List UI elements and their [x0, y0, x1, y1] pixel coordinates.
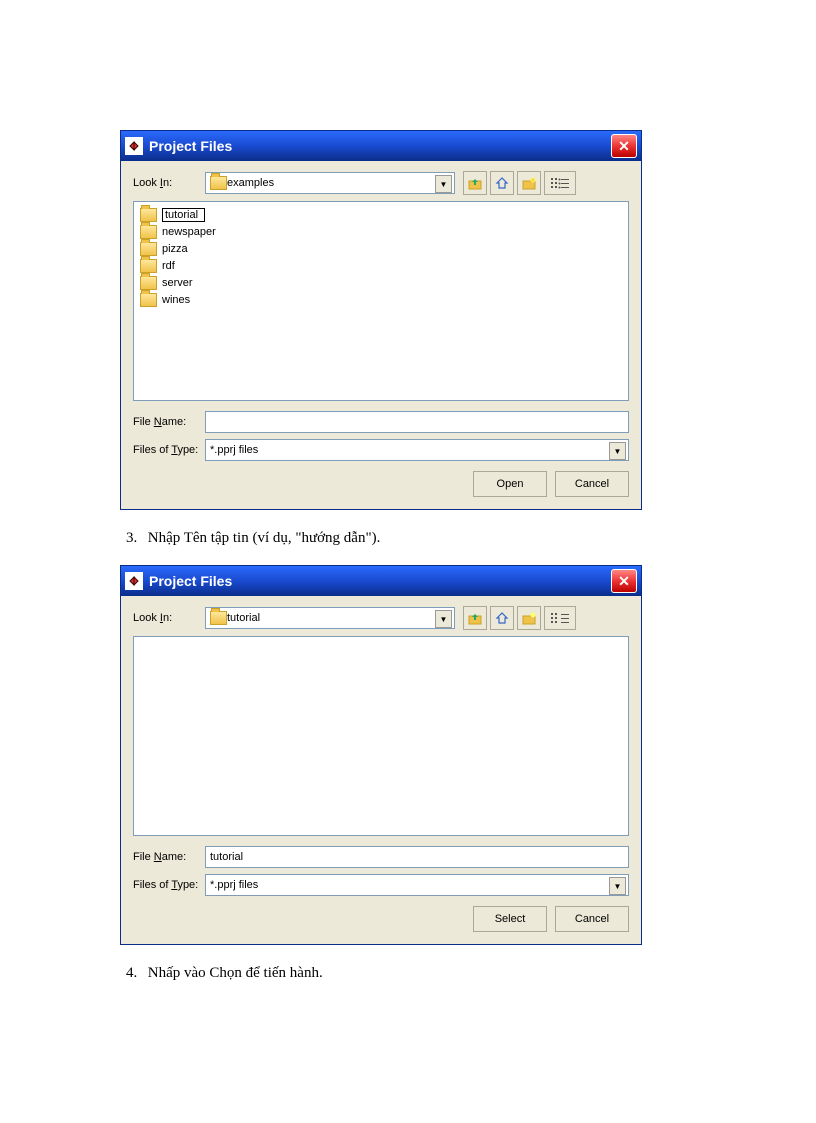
- file-name: newspaper: [162, 226, 216, 238]
- filetype-combo[interactable]: *.pprj files ▼: [205, 439, 629, 461]
- lookin-label: Look In:: [133, 612, 205, 624]
- list-view-button[interactable]: [544, 171, 576, 195]
- filename-input[interactable]: tutorial: [205, 846, 629, 868]
- titlebar[interactable]: Project Files ✕: [121, 131, 641, 161]
- filename-label: File Name:: [133, 851, 205, 863]
- lookin-value: examples: [227, 177, 274, 189]
- folder-icon: [140, 225, 157, 239]
- list-item[interactable]: rdf: [138, 257, 624, 274]
- folder-icon: [140, 242, 157, 256]
- folder-icon: [140, 208, 157, 222]
- list-item[interactable]: tutorial: [138, 206, 624, 223]
- close-icon[interactable]: ✕: [611, 569, 637, 593]
- lookin-label: Look In:: [133, 177, 205, 189]
- file-dialog-1: Project Files ✕ Look In: examples ▼: [120, 130, 642, 510]
- chevron-down-icon[interactable]: ▼: [435, 610, 452, 628]
- filetype-label: Files of Type:: [133, 444, 205, 456]
- filename-value: tutorial: [210, 851, 243, 863]
- filetype-label: Files of Type:: [133, 879, 205, 891]
- lookin-value: tutorial: [227, 612, 260, 624]
- list-item[interactable]: wines: [138, 291, 624, 308]
- file-list[interactable]: tutorial newspaper pizza rdf server: [133, 201, 629, 401]
- file-list[interactable]: [133, 636, 629, 836]
- step-number: 4.: [126, 965, 144, 982]
- app-icon: [125, 137, 143, 155]
- home-button[interactable]: [490, 606, 514, 630]
- filetype-value: *.pprj files: [210, 444, 258, 456]
- chevron-down-icon[interactable]: ▼: [609, 877, 626, 895]
- step-number: 3.: [126, 530, 144, 547]
- home-button[interactable]: [490, 171, 514, 195]
- step-text: Nhấp vào Chọn để tiến hành.: [148, 965, 323, 981]
- app-icon: [125, 572, 143, 590]
- titlebar[interactable]: Project Files ✕: [121, 566, 641, 596]
- up-folder-button[interactable]: [463, 171, 487, 195]
- file-name: pizza: [162, 243, 188, 255]
- filetype-combo[interactable]: *.pprj files ▼: [205, 874, 629, 896]
- toolbar: [463, 606, 576, 630]
- up-folder-button[interactable]: [463, 606, 487, 630]
- filename-label: File Name:: [133, 416, 205, 428]
- file-name-editing[interactable]: tutorial: [162, 208, 205, 222]
- list-view-button[interactable]: [544, 606, 576, 630]
- file-name: server: [162, 277, 193, 289]
- folder-icon: [140, 259, 157, 273]
- open-button[interactable]: Open: [473, 471, 547, 497]
- folder-icon: [210, 176, 227, 190]
- file-dialog-2: Project Files ✕ Look In: tutorial ▼: [120, 565, 642, 945]
- window-title: Project Files: [149, 573, 232, 589]
- close-icon[interactable]: ✕: [611, 134, 637, 158]
- folder-icon: [140, 293, 157, 307]
- select-button[interactable]: Select: [473, 906, 547, 932]
- instruction-step-4: 4. Nhấp vào Chọn để tiến hành.: [126, 965, 680, 982]
- chevron-down-icon[interactable]: ▼: [609, 442, 626, 460]
- filetype-value: *.pprj files: [210, 879, 258, 891]
- lookin-combo[interactable]: tutorial ▼: [205, 607, 455, 629]
- list-item[interactable]: newspaper: [138, 223, 624, 240]
- toolbar: [463, 171, 576, 195]
- window-title: Project Files: [149, 138, 232, 154]
- instruction-step-3: 3. Nhập Tên tập tin (ví dụ, "hướng dẫn")…: [126, 530, 680, 547]
- chevron-down-icon[interactable]: ▼: [435, 175, 452, 193]
- list-item[interactable]: pizza: [138, 240, 624, 257]
- new-folder-button[interactable]: [517, 171, 541, 195]
- lookin-combo[interactable]: examples ▼: [205, 172, 455, 194]
- folder-icon: [210, 611, 227, 625]
- file-name: rdf: [162, 260, 175, 272]
- step-text: Nhập Tên tập tin (ví dụ, "hướng dẫn").: [148, 530, 381, 546]
- folder-icon: [140, 276, 157, 290]
- cancel-button[interactable]: Cancel: [555, 471, 629, 497]
- new-folder-button[interactable]: [517, 606, 541, 630]
- list-item[interactable]: server: [138, 274, 624, 291]
- cancel-button[interactable]: Cancel: [555, 906, 629, 932]
- filename-input[interactable]: [205, 411, 629, 433]
- file-name: wines: [162, 294, 190, 306]
